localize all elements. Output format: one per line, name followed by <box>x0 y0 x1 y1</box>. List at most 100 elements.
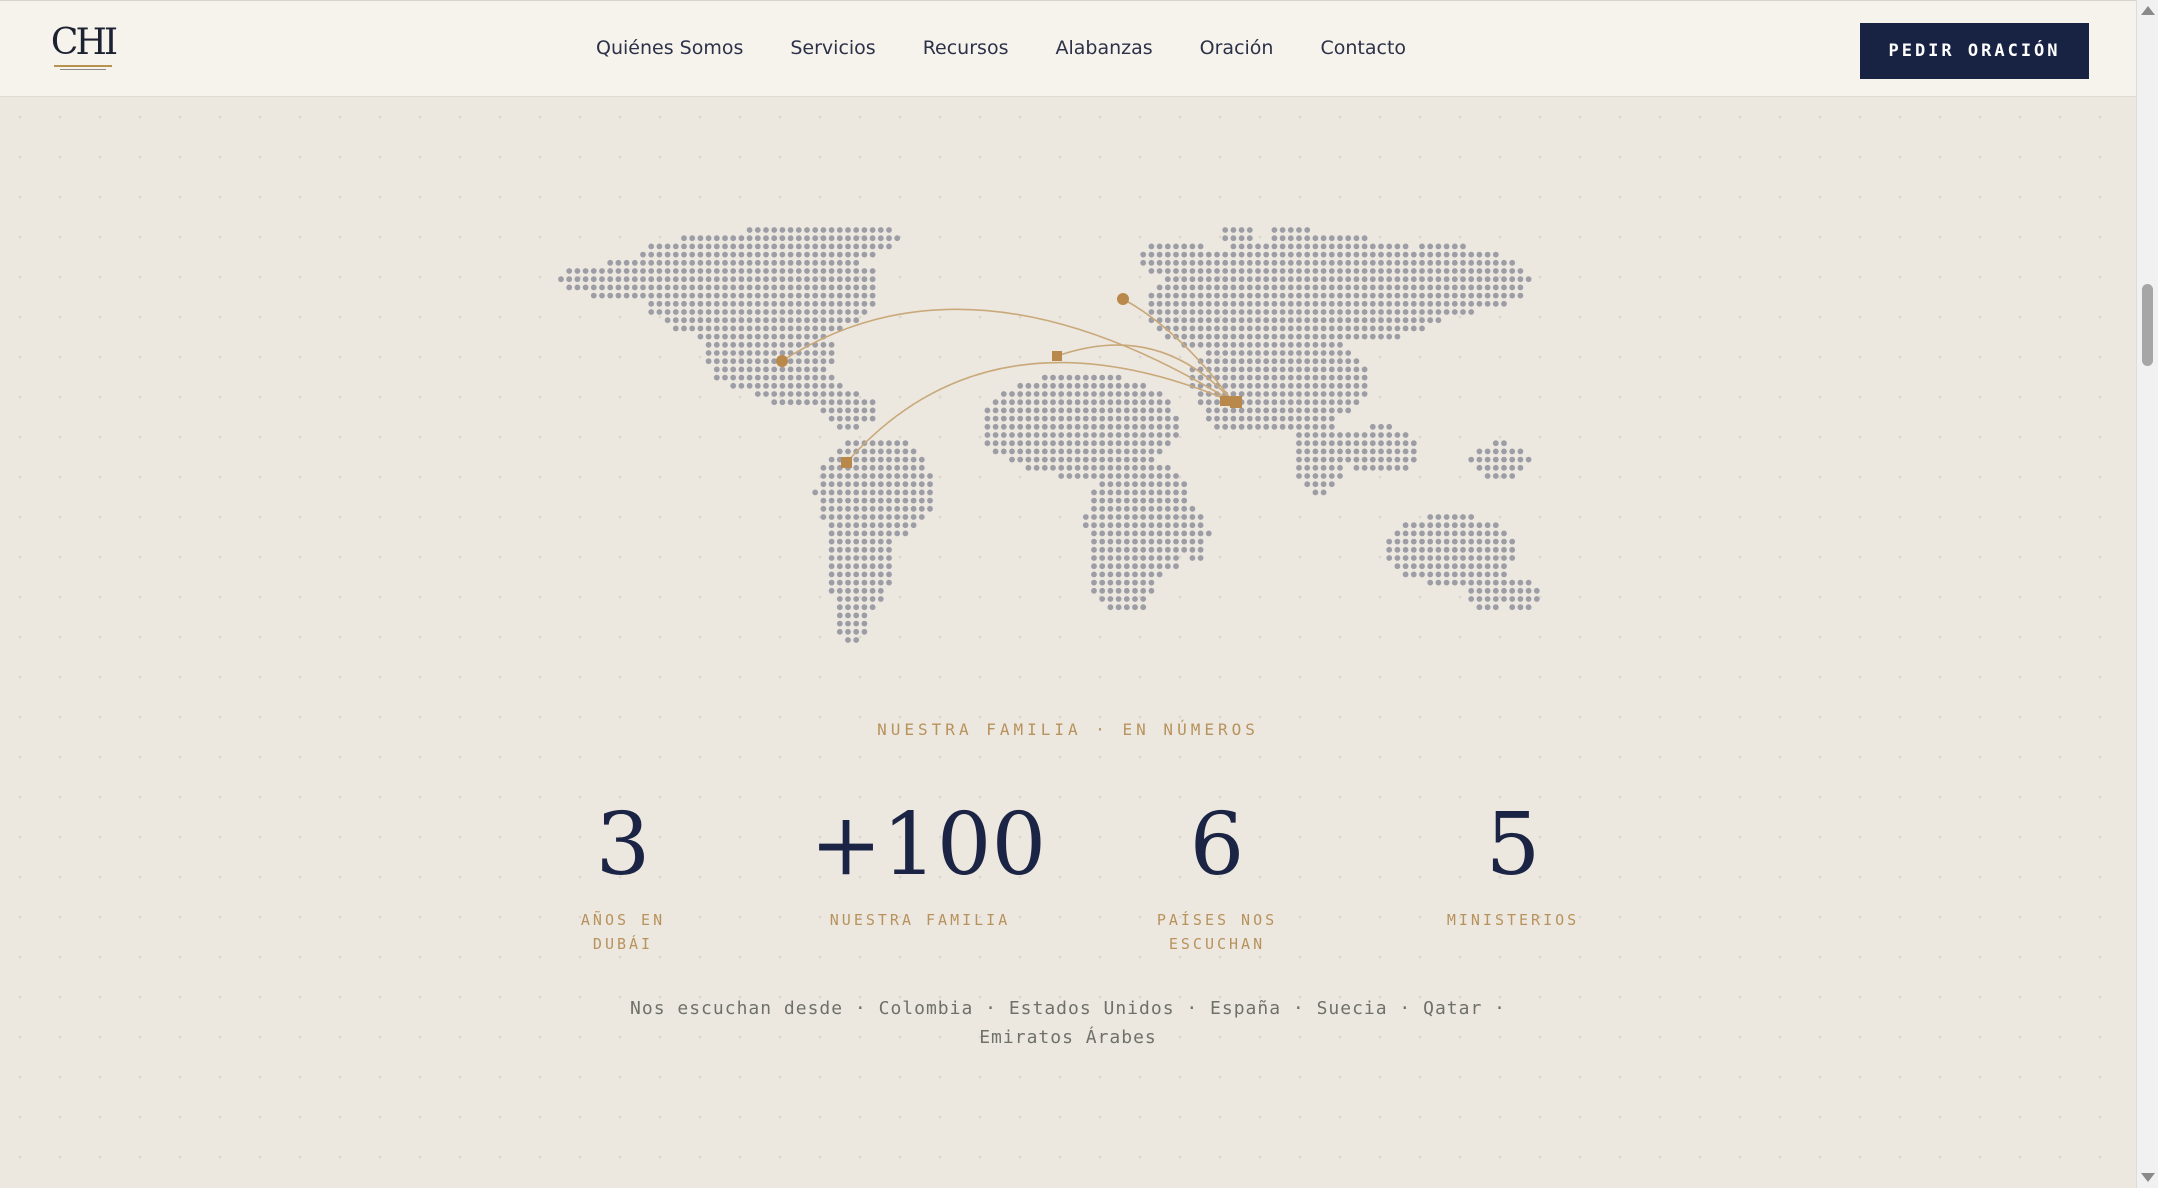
map-dot <box>1205 407 1212 414</box>
map-dot <box>1451 514 1458 520</box>
map-dot <box>820 292 827 299</box>
map-dot <box>1091 555 1097 561</box>
map-dot <box>1484 473 1491 479</box>
map-dot <box>845 440 851 447</box>
nav-oracion[interactable]: Oración <box>1200 37 1274 59</box>
map-dot <box>1386 333 1393 340</box>
map-dot <box>812 243 819 250</box>
map-dot <box>1476 300 1483 307</box>
scroll-thumb[interactable] <box>2142 284 2153 366</box>
map-dot <box>1337 464 1343 471</box>
map-dot <box>1337 382 1343 389</box>
map-dot <box>1181 276 1188 283</box>
map-dot <box>1484 596 1491 602</box>
map-dot <box>886 227 892 233</box>
map-dot <box>1263 341 1270 348</box>
map-dot <box>1050 391 1056 397</box>
map-dot <box>1091 579 1097 586</box>
scroll-down-arrow-icon[interactable] <box>2141 1173 2155 1182</box>
scroll-up-arrow-icon[interactable] <box>2141 6 2155 15</box>
pedir-oracion-button[interactable]: PEDIR ORACIÓN <box>1860 23 2089 79</box>
map-dot <box>902 440 909 447</box>
map-dot <box>1304 341 1311 348</box>
map-dot <box>1304 391 1311 397</box>
map-dot <box>754 391 761 397</box>
map-dot <box>1435 555 1442 561</box>
map-dot <box>877 579 884 586</box>
map-dot <box>1164 317 1171 324</box>
nav-quienes-somos[interactable]: Quiénes Somos <box>596 37 743 59</box>
map-dot <box>1050 382 1056 389</box>
map-dot <box>705 333 712 340</box>
map-dot <box>869 587 876 594</box>
map-dot <box>1304 325 1311 332</box>
map-dot <box>1164 432 1171 438</box>
map-dot <box>713 300 720 307</box>
map-dot <box>1173 423 1179 430</box>
map-dot <box>820 350 827 356</box>
map-dot <box>1501 284 1507 291</box>
map-dot <box>1353 456 1360 463</box>
map-dot <box>1156 300 1163 307</box>
map-dot <box>1123 522 1130 529</box>
map-dot <box>1476 596 1483 602</box>
nav-servicios[interactable]: Servicios <box>790 37 875 59</box>
map-dot <box>1353 358 1360 365</box>
map-dot <box>1271 382 1278 389</box>
map-dot <box>648 284 655 291</box>
map-dot <box>1287 284 1294 291</box>
map-dot <box>648 300 655 307</box>
map-dot <box>1156 489 1163 496</box>
map-dot <box>1107 440 1114 447</box>
map-dot <box>1468 514 1475 520</box>
map-dot <box>787 227 794 233</box>
map-dot <box>877 571 884 578</box>
map-dot <box>1181 505 1188 512</box>
map-dot <box>1312 243 1319 250</box>
map-dot <box>1369 333 1376 340</box>
map-dot <box>1173 538 1179 545</box>
map-dot <box>1164 243 1171 250</box>
map-dot <box>1443 251 1450 258</box>
map-dot <box>795 227 802 233</box>
map-dot <box>820 341 827 348</box>
map-dot <box>713 268 720 274</box>
map-dot <box>1156 473 1163 479</box>
map-dot <box>812 259 819 266</box>
map-dot <box>1000 432 1007 438</box>
map-dot <box>1271 227 1278 233</box>
map-dot <box>1460 309 1466 315</box>
map-dot <box>853 259 860 266</box>
map-dot <box>1271 300 1278 307</box>
map-dot <box>1312 399 1319 406</box>
map-dot <box>845 489 851 496</box>
map-dot <box>1419 284 1425 291</box>
map-dot <box>1394 268 1401 274</box>
map-dot <box>1156 522 1163 529</box>
map-dot <box>1287 243 1294 250</box>
map-dot <box>992 440 999 447</box>
map-dot <box>1468 530 1475 537</box>
map-dot <box>918 473 925 479</box>
map-dot <box>1189 555 1196 561</box>
map-dot <box>1222 309 1229 315</box>
nav-recursos[interactable]: Recursos <box>923 37 1009 59</box>
map-dot <box>1386 309 1393 315</box>
map-dot <box>730 341 737 348</box>
map-dot <box>1132 563 1138 570</box>
map-dot <box>1320 407 1327 414</box>
map-dot <box>1279 292 1286 299</box>
map-dot <box>1345 448 1352 455</box>
nav-contacto[interactable]: Contacto <box>1320 37 1406 59</box>
map-dot <box>1107 423 1114 430</box>
map-dot <box>664 300 671 307</box>
logo[interactable]: CHI <box>50 23 118 77</box>
map-dot <box>1312 448 1319 455</box>
map-dot <box>730 268 737 274</box>
nav-alabanzas[interactable]: Alabanzas <box>1055 37 1152 59</box>
map-dot <box>631 276 638 283</box>
map-dot <box>1148 464 1155 471</box>
map-dot <box>697 309 704 315</box>
map-dot <box>1246 382 1253 389</box>
scrollbar[interactable] <box>2136 0 2158 1188</box>
